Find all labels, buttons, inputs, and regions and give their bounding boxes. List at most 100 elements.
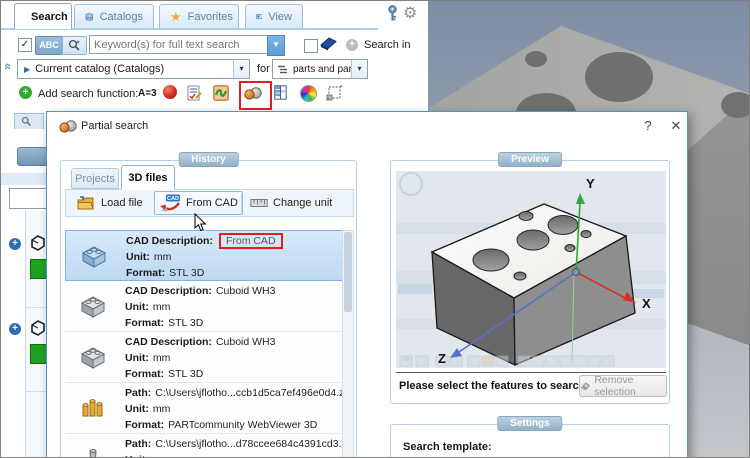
add-function-label: Add search function: [38, 88, 139, 100]
sketch-search-icon[interactable] [213, 85, 229, 101]
secondary-checkbox[interactable] [304, 39, 318, 53]
separator [25, 391, 46, 392]
tab-label: View [268, 10, 292, 23]
history-group: History Projects 3D files Load file CAD … [60, 152, 357, 457]
history-group-label: History [178, 152, 239, 167]
remove-selection-button[interactable]: Remove selection [579, 374, 667, 398]
tab-3d-files[interactable]: 3D files [121, 165, 175, 190]
add-function-plus-icon: + [19, 86, 32, 99]
separator [25, 307, 46, 308]
catalog-dropdown-value: Current catalog (Catalogs) [35, 63, 165, 75]
keyword-input[interactable] [89, 35, 275, 54]
load-file-button[interactable]: Load file [72, 191, 147, 215]
green-preview-fragment [30, 259, 47, 279]
part-outline-icon [31, 320, 45, 336]
tab-catalogs[interactable]: Catalogs [74, 4, 154, 28]
cylinder-model-icon [65, 434, 121, 457]
list-scrollbar[interactable] [342, 230, 354, 457]
file-list-item[interactable]: CAD Description: From CAD Unit: mm Format:… [65, 230, 354, 281]
button-label: Remove selection [594, 374, 636, 398]
expand-plus-icon[interactable]: + [9, 238, 21, 250]
collapse-chevron[interactable]: « [1, 63, 16, 70]
field-label: Path: [125, 438, 152, 450]
file-list-item[interactable]: Path: C:\Users\jflotho...ccb1d5ca7ef496e0… [65, 383, 354, 434]
settings-group: Settings Search template: [390, 416, 670, 457]
catalog-dropdown-arrow[interactable]: ▾ [233, 60, 249, 78]
partial-search-dialog: Partial search ? ✕ History Projects 3D f… [46, 111, 688, 457]
search-in-label: Search in [364, 39, 411, 51]
scope-dropdown-arrow[interactable]: ▾ [351, 60, 367, 78]
change-unit-button[interactable]: Change unit [246, 191, 336, 215]
preview-model: Y X Z [396, 172, 666, 367]
field-label: Format: [125, 317, 165, 329]
catalog-dropdown[interactable]: ▶ Current catalog (Catalogs) ▾ [17, 59, 250, 79]
expand-plus-icon[interactable]: + [9, 323, 21, 335]
field-value: STL 3D [169, 267, 205, 279]
ruler-icon [250, 199, 268, 207]
field-label: Path: [125, 387, 152, 399]
background-tab-fragment [14, 113, 44, 129]
button-label: Change unit [273, 197, 333, 209]
preview-hint: Please select the features to search for [399, 380, 604, 392]
scope-dropdown[interactable]: parts and part families ▾ [272, 59, 368, 79]
green-preview-fragment [30, 344, 47, 364]
from-cad-button[interactable]: CAD From CAD [154, 191, 243, 215]
table-search-icon[interactable] [274, 85, 287, 100]
button-label: From CAD [186, 197, 238, 209]
tab-favorites[interactable]: ★ Favorites [159, 4, 239, 28]
svg-text:CAD: CAD [167, 196, 179, 202]
close-button[interactable]: ✕ [667, 118, 685, 134]
tab-search[interactable]: Search [14, 3, 72, 29]
field-label: CAD Description: [125, 336, 212, 348]
variable-search-icon[interactable]: A=3 [138, 88, 157, 99]
color-search-icon[interactable] [300, 85, 317, 102]
history-toolbar: Load file CAD From CAD Change unit [65, 189, 354, 217]
background-button-fragment [17, 147, 48, 166]
field-label: CAD Description: [126, 235, 213, 247]
search-icon [21, 116, 32, 127]
svg-text:X: X [642, 296, 651, 311]
key-icon[interactable] [387, 5, 398, 22]
cylinders-model-icon [65, 383, 121, 433]
tab-view[interactable]: View [245, 4, 303, 28]
field-value: Cuboid WH3 [215, 285, 276, 297]
sphere-search-icon[interactable] [163, 85, 177, 99]
eraser-icon[interactable] [320, 36, 337, 51]
settings-group-label: Settings [497, 416, 563, 431]
field-label: Unit: [125, 454, 149, 457]
field-value: STL 3D [168, 368, 204, 380]
magnifier-icon [68, 39, 80, 51]
separator [241, 194, 242, 213]
tab-label: Catalogs [99, 10, 143, 23]
from-cad-icon: CAD [160, 194, 180, 212]
part-outline-icon [31, 235, 45, 251]
tab-projects[interactable]: Projects [71, 168, 119, 189]
red-highlight-toolbar [239, 81, 272, 110]
button-label: Load file [101, 197, 143, 209]
tab-label: Search [31, 10, 68, 23]
field-value: mm [153, 251, 172, 263]
help-button[interactable]: ? [639, 118, 657, 133]
fulltext-checkbox[interactable]: ✓ [18, 38, 32, 52]
keyword-dropdown-button[interactable]: ▼ [267, 35, 285, 56]
form-search-icon[interactable] [187, 85, 202, 101]
dimension-search-icon[interactable] [326, 85, 343, 101]
gear-icon[interactable]: ⚙ [403, 3, 417, 23]
file-list-item[interactable]: Path: C:\Users\jflotho...d78ccee684c4391c… [65, 434, 354, 457]
catalogs-icon [85, 12, 93, 21]
preview-group-label: Preview [498, 152, 562, 167]
field-value: mm [152, 403, 171, 415]
star-icon: ★ [170, 8, 182, 24]
abc-button[interactable]: ABC [35, 36, 63, 55]
file-list-item[interactable]: CAD Description: Cuboid WH3 Unit: mm Forma… [65, 332, 354, 383]
scrollbar-thumb[interactable] [344, 232, 352, 312]
field-value: Cuboid WH3 [215, 336, 276, 348]
preview-3d-viewport[interactable]: Y X Z [396, 171, 666, 368]
magnifier-button[interactable] [62, 36, 87, 55]
brick-3d-icon [65, 332, 121, 382]
svg-text:Z: Z [438, 351, 446, 366]
search-in-plus-icon[interactable]: + [346, 39, 358, 51]
file-list-item[interactable]: CAD Description: Cuboid WH3 Unit: mm Forma… [65, 281, 354, 332]
field-label: Format: [126, 267, 166, 279]
eraser-icon [581, 382, 591, 391]
